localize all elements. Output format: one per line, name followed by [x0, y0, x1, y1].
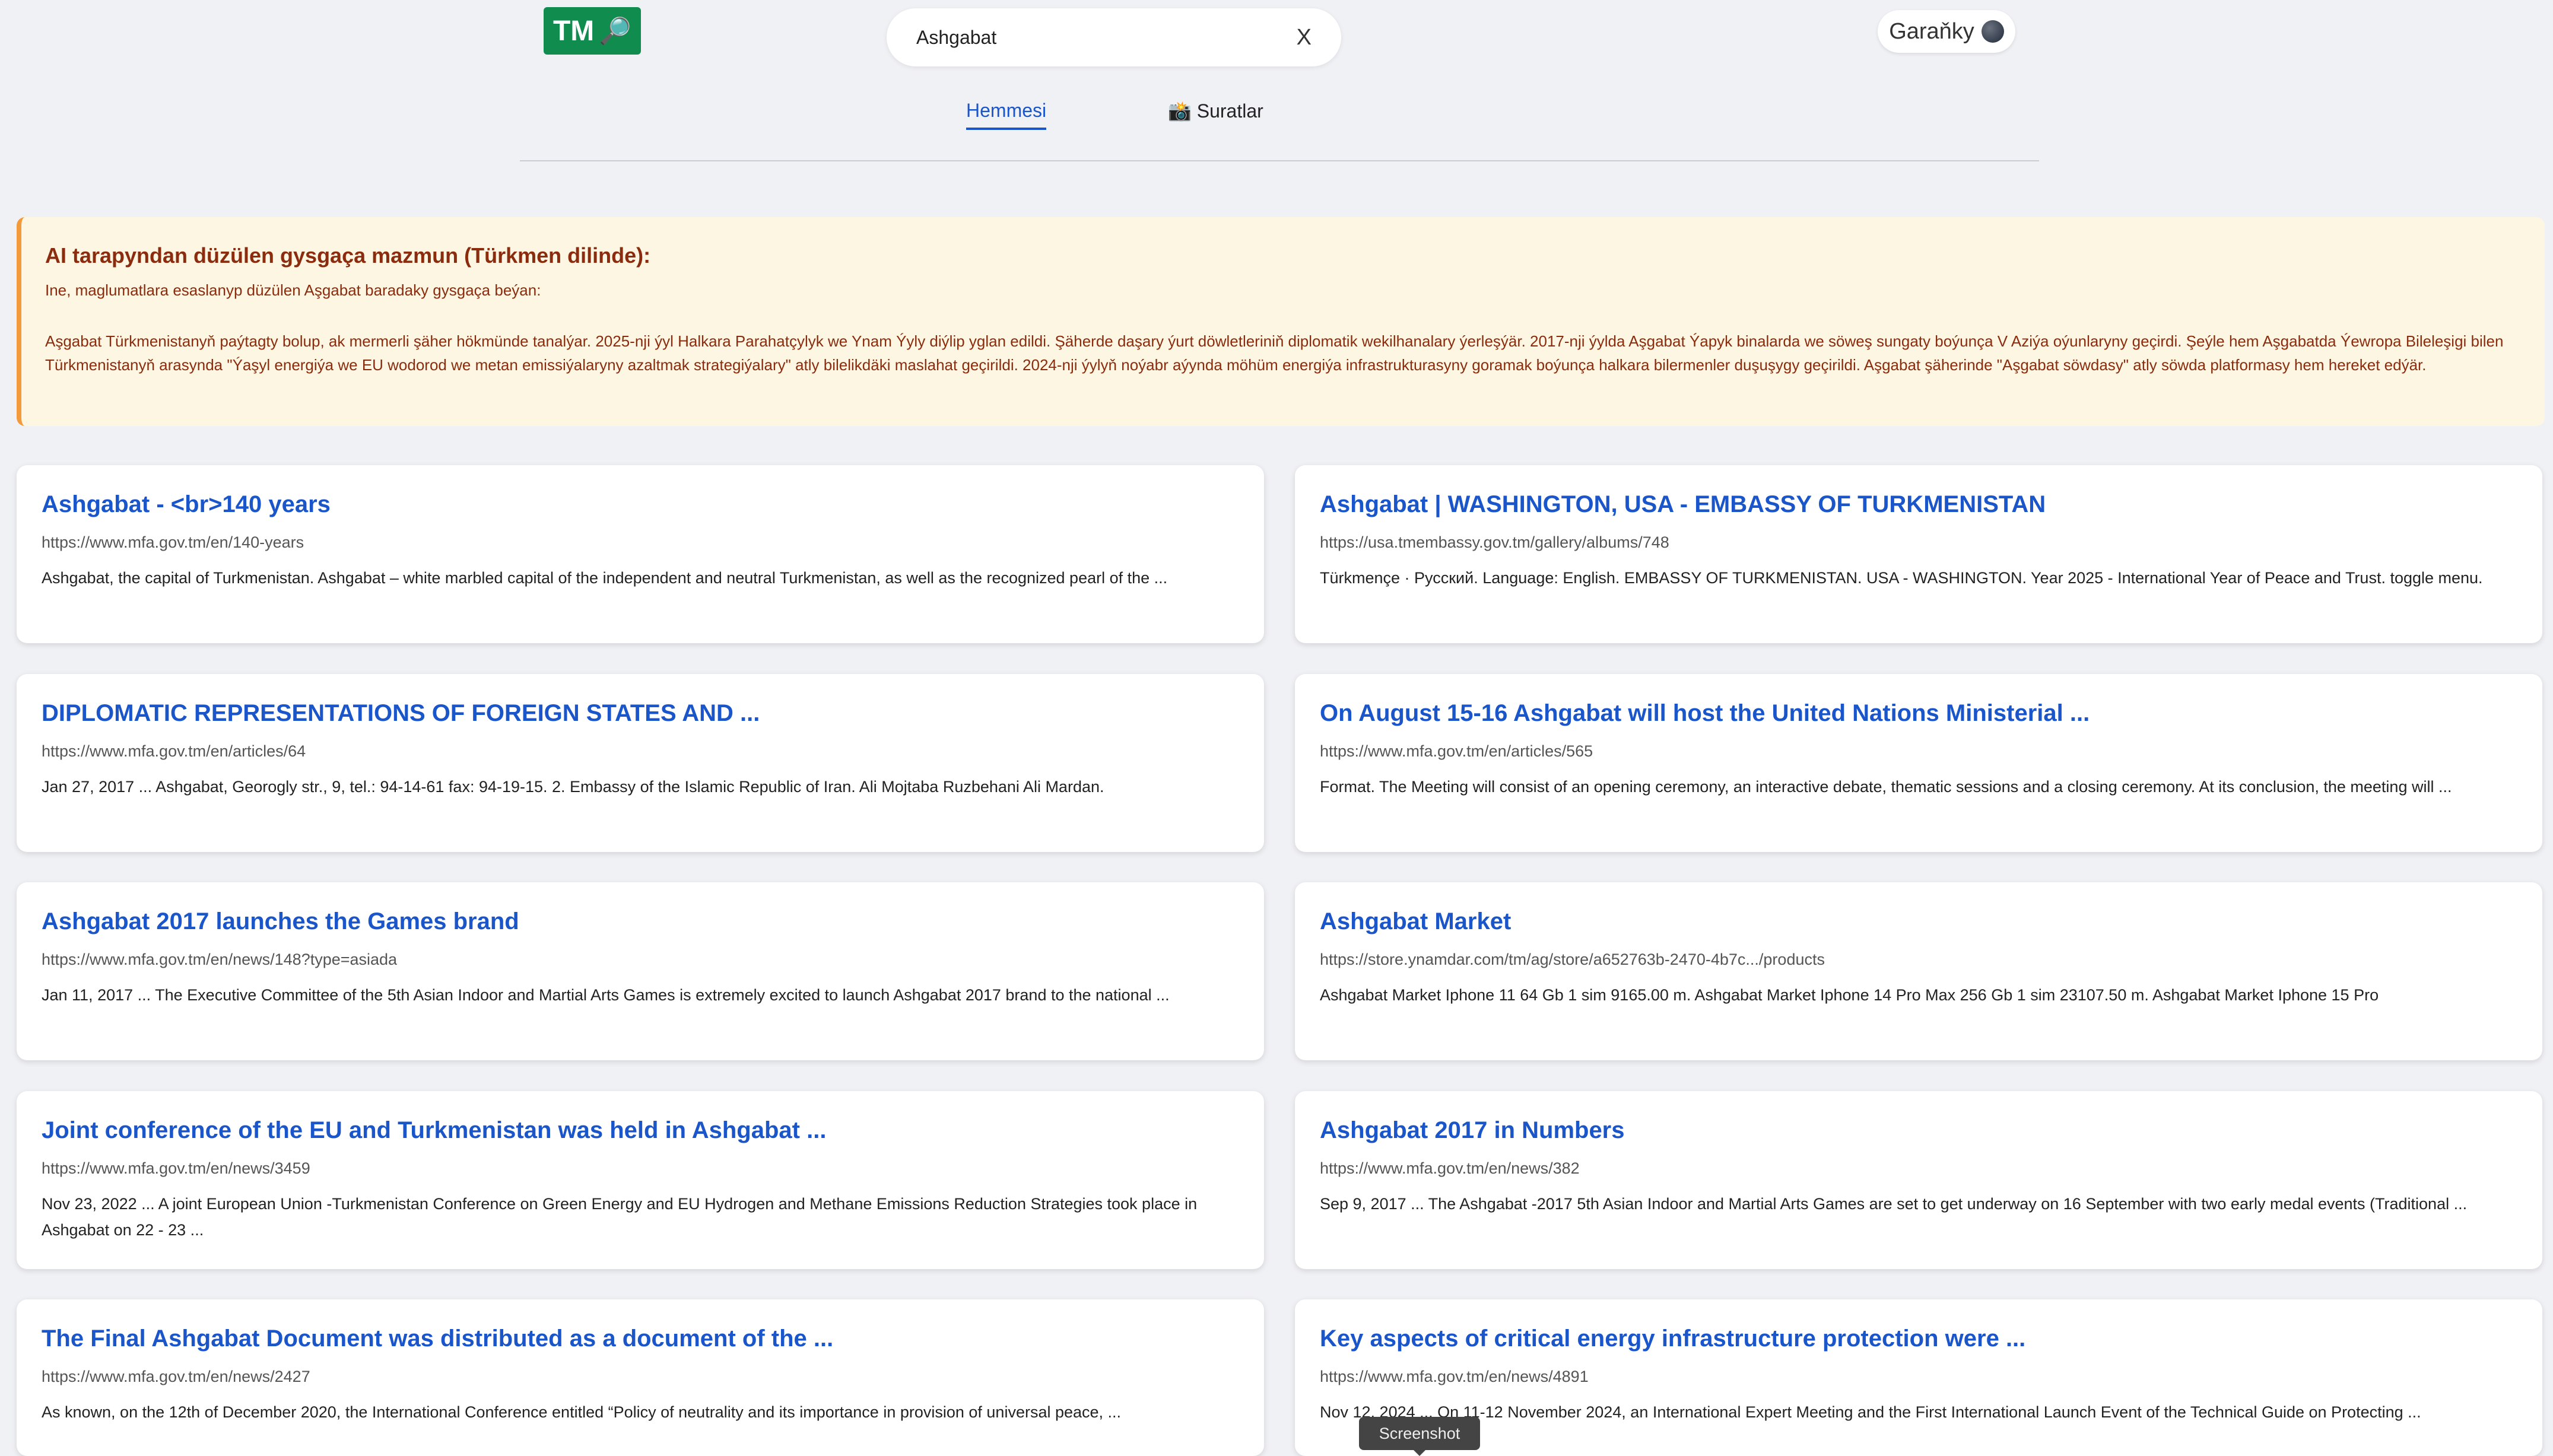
result-snippet: Ashgabat Market Iphone 11 64 Gb 1 sim 91… [1320, 986, 2379, 1004]
result-url: https://www.mfa.gov.tm/en/news/2427 [42, 1368, 310, 1385]
result-title-link[interactable]: Ashgabat Market [1320, 908, 2517, 935]
result-title-link[interactable]: On August 15-16 Ashgabat will host the U… [1320, 700, 2517, 727]
result-card: On August 15-16 Ashgabat will host the U… [1295, 674, 2542, 852]
search-tabs: Hemmesi 📸 Suratlar [520, 94, 2039, 161]
result-url: https://store.ynamdar.com/tm/ag/store/a6… [1320, 950, 1825, 968]
ai-summary-body: Aşgabat Türkmenistanyň paýtagty bolup, a… [45, 332, 2504, 374]
result-snippet: Nov 12, 2024 ... On 11-12 November 2024,… [1320, 1403, 2421, 1421]
theme-toggle-button[interactable]: Garaňky [1878, 10, 2015, 53]
result-url: https://www.mfa.gov.tm/en/news/4891 [1320, 1368, 1589, 1385]
tab-images[interactable]: 📸 Suratlar [1168, 100, 1263, 122]
ai-summary-panel: AI tarapyndan düzülen gysgaça mazmun (Tü… [17, 217, 2545, 426]
tab-all[interactable]: Hemmesi [966, 100, 1047, 130]
result-title-link[interactable]: Ashgabat | WASHINGTON, USA - EMBASSY OF … [1320, 491, 2517, 518]
result-card: Ashgabat 2017 in Numbers https://www.mfa… [1295, 1091, 2542, 1269]
result-url: https://www.mfa.gov.tm/en/news/3459 [42, 1159, 310, 1177]
result-snippet: Ashgabat, the capital of Turkmenistan. A… [42, 569, 1168, 587]
result-url: https://usa.tmembassy.gov.tm/gallery/alb… [1320, 533, 1669, 551]
result-title-link[interactable]: Joint conference of the EU and Turkmenis… [42, 1117, 1239, 1144]
result-card: The Final Ashgabat Document was distribu… [17, 1299, 1264, 1456]
moon-icon [1981, 20, 2004, 43]
result-snippet: As known, on the 12th of December 2020, … [42, 1403, 1122, 1421]
result-url: https://www.mfa.gov.tm/en/articles/64 [42, 742, 306, 760]
result-title-link[interactable]: Ashgabat 2017 launches the Games brand [42, 908, 1239, 935]
result-snippet: Format. The Meeting will consist of an o… [1320, 778, 2452, 796]
result-title-link[interactable]: Ashgabat - <br>140 years [42, 491, 1239, 518]
search-input[interactable] [916, 26, 1297, 49]
result-title-link[interactable]: Key aspects of critical energy infrastru… [1320, 1325, 2517, 1352]
result-url: https://www.mfa.gov.tm/en/news/148?type=… [42, 950, 398, 968]
result-card: DIPLOMATIC REPRESENTATIONS OF FOREIGN ST… [17, 674, 1264, 852]
result-snippet: Jan 11, 2017 ... The Executive Committee… [42, 986, 1170, 1004]
result-url: https://www.mfa.gov.tm/en/140-years [42, 533, 304, 551]
result-card: Key aspects of critical energy infrastru… [1295, 1299, 2542, 1456]
ai-summary-intro: Ine, maglumatlara esaslanyp düzülen Aşga… [45, 281, 541, 299]
result-title-link[interactable]: The Final Ashgabat Document was distribu… [42, 1325, 1239, 1352]
result-snippet: Nov 23, 2022 ... A joint European Union … [42, 1195, 1198, 1239]
result-card: Ashgabat Market https://store.ynamdar.co… [1295, 882, 2542, 1060]
result-card: Joint conference of the EU and Turkmenis… [17, 1091, 1264, 1269]
result-snippet: Jan 27, 2017 ... Ashgabat, Georogly str.… [42, 778, 1104, 796]
result-url: https://www.mfa.gov.tm/en/articles/565 [1320, 742, 1593, 760]
magnifier-icon: 🔎 [599, 17, 632, 46]
clear-search-button[interactable]: X [1297, 25, 1312, 50]
ai-summary-title: AI tarapyndan düzülen gysgaça mazmun (Tü… [45, 243, 651, 268]
result-title-link[interactable]: DIPLOMATIC REPRESENTATIONS OF FOREIGN ST… [42, 700, 1239, 727]
result-card: Ashgabat - <br>140 years https://www.mfa… [17, 465, 1264, 643]
logo-text: TM [552, 15, 595, 47]
result-card: Ashgabat 2017 launches the Games brand h… [17, 882, 1264, 1060]
theme-toggle-label: Garaňky [1889, 18, 1974, 44]
result-card: Ashgabat | WASHINGTON, USA - EMBASSY OF … [1295, 465, 2542, 643]
result-url: https://www.mfa.gov.tm/en/news/382 [1320, 1159, 1580, 1177]
site-logo[interactable]: TM 🔎 [544, 7, 641, 55]
result-snippet: Sep 9, 2017 ... The Ashgabat -2017 5th A… [1320, 1195, 2468, 1213]
search-bar: X [887, 8, 1341, 66]
result-snippet: Türkmençe · Русский. Language: English. … [1320, 569, 2483, 587]
screenshot-tooltip: Screenshot [1359, 1417, 1480, 1456]
result-title-link[interactable]: Ashgabat 2017 in Numbers [1320, 1117, 2517, 1144]
